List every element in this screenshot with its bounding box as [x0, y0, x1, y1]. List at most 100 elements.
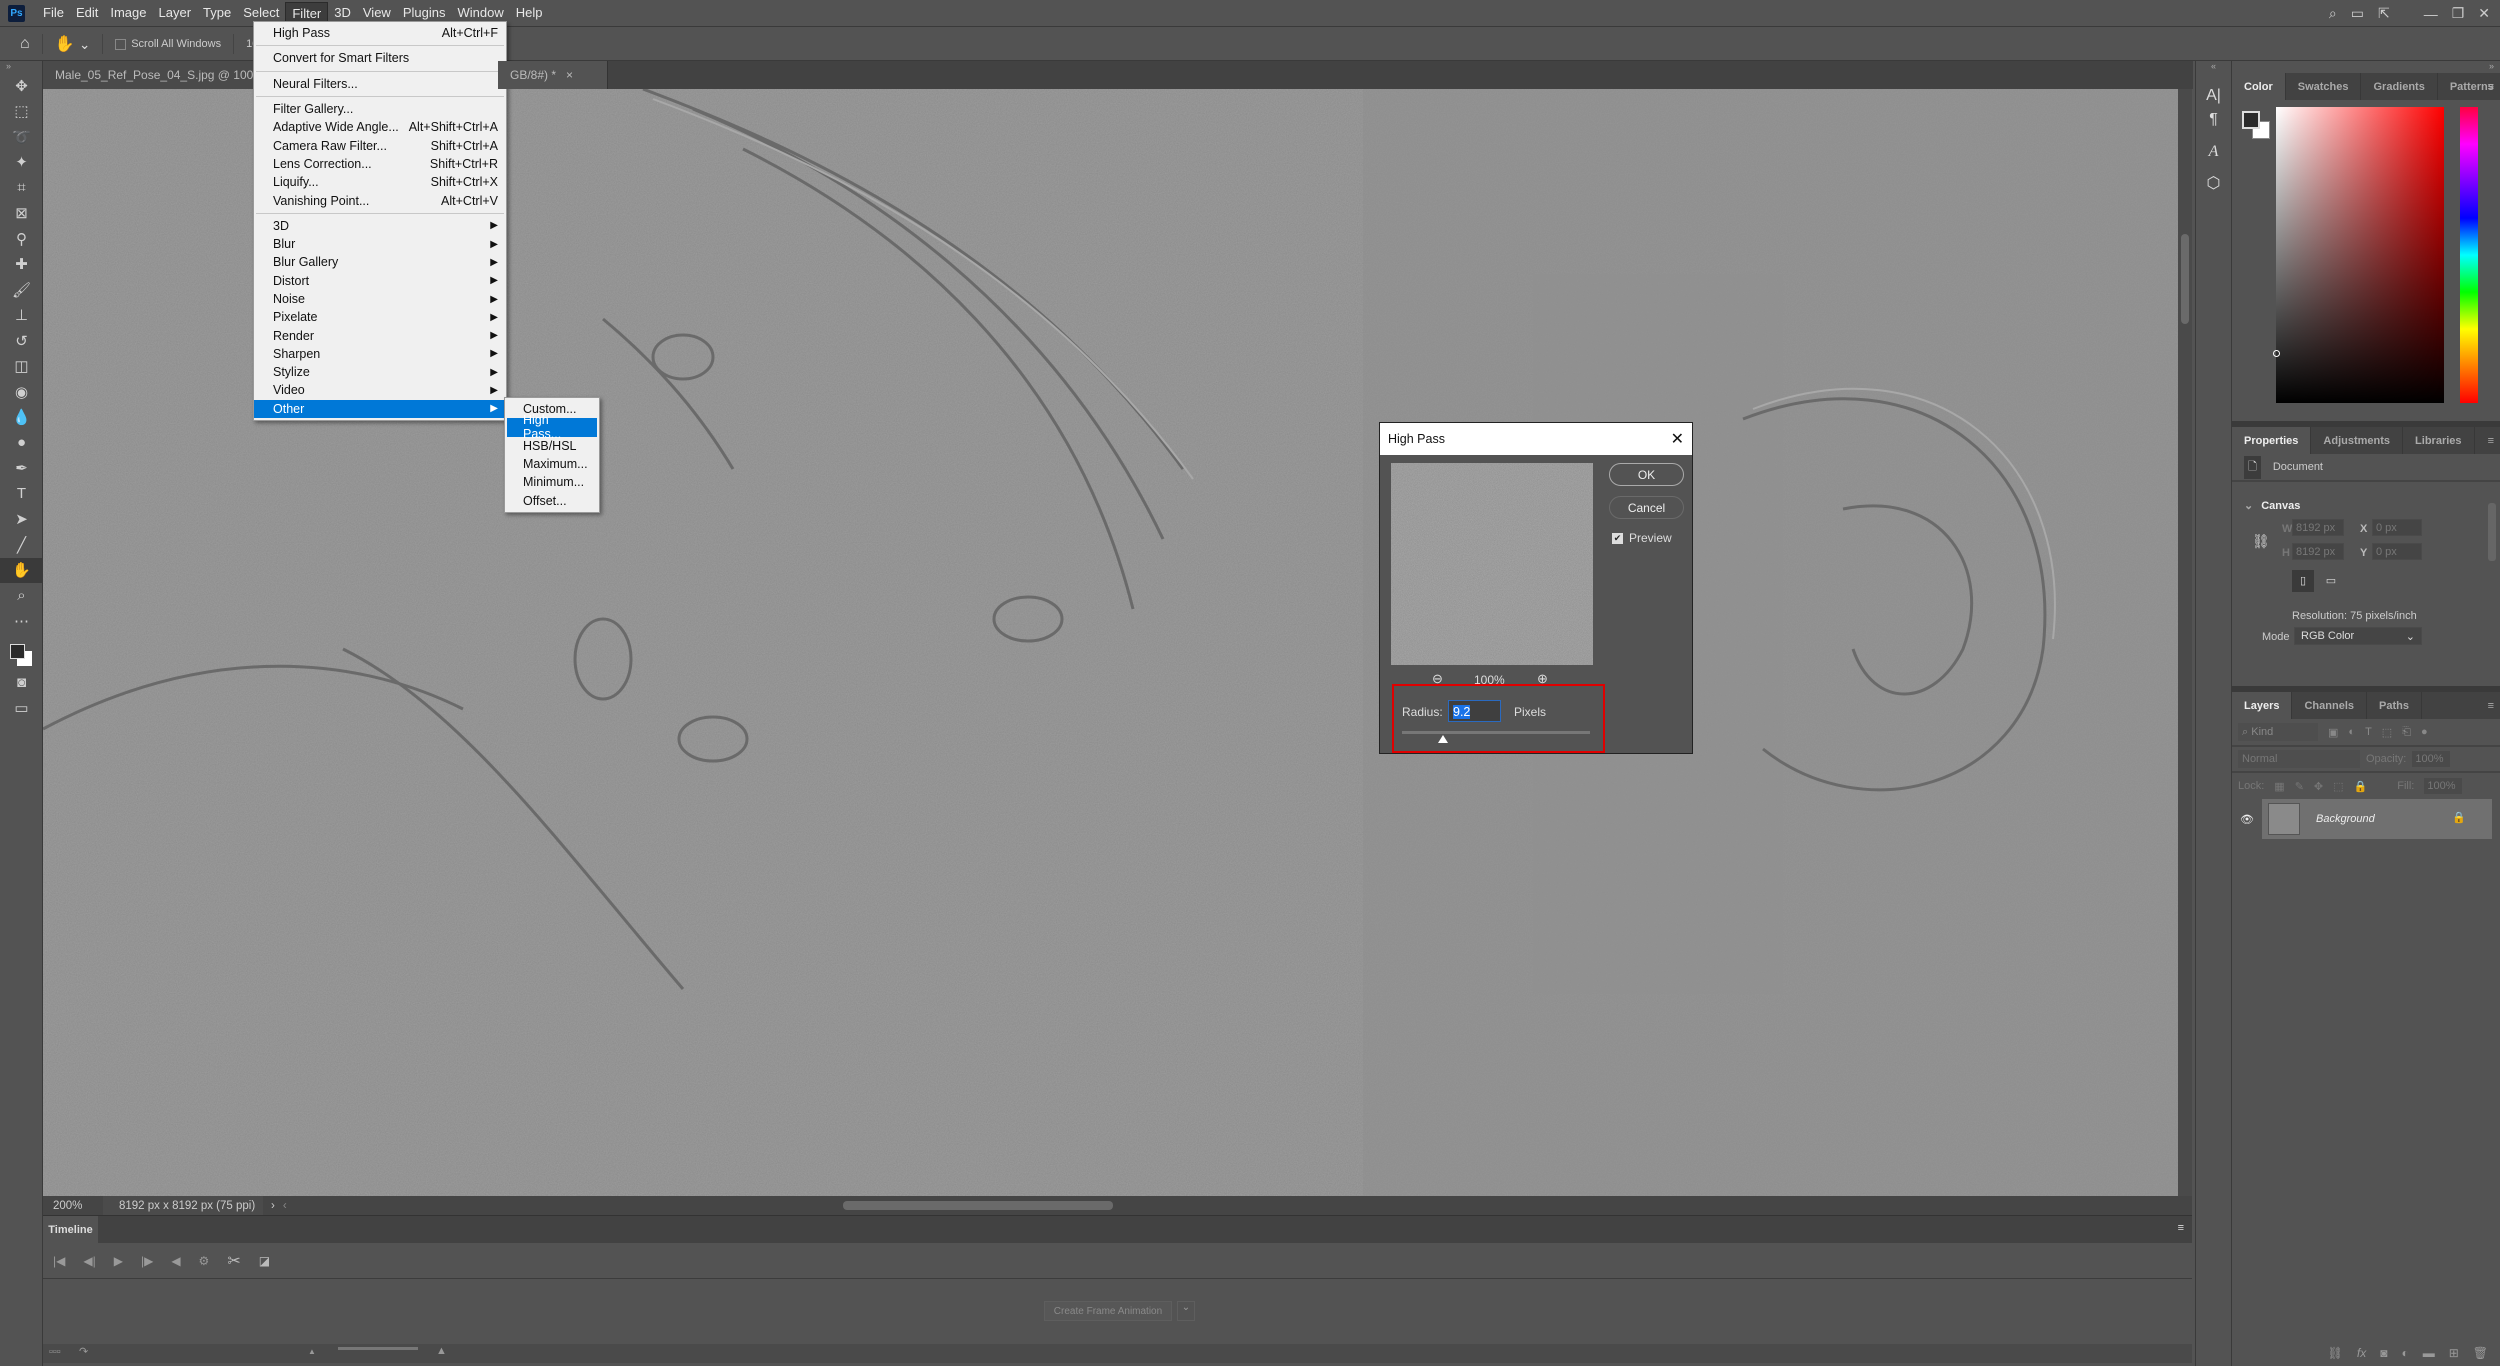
- quick-mask-icon[interactable]: ◙: [0, 670, 43, 696]
- menu-file[interactable]: File: [37, 2, 70, 25]
- create-frame-animation-button[interactable]: Create Frame Animation: [1044, 1301, 1172, 1321]
- hscroll-left-icon[interactable]: ‹: [283, 1200, 287, 1212]
- menu-item-convert-for-smart-filters[interactable]: Convert for Smart Filters: [254, 49, 506, 67]
- fill-field[interactable]: 100%: [2424, 778, 2463, 794]
- radius-slider[interactable]: [1402, 731, 1590, 743]
- menu-item-filter-gallery[interactable]: Filter Gallery...: [254, 100, 506, 118]
- crop-tool-icon[interactable]: ⌗: [0, 175, 43, 201]
- paint-bucket-tool-icon[interactable]: ◉: [0, 379, 43, 405]
- new-layer-icon[interactable]: ⊞: [2449, 1346, 2459, 1360]
- submenu-item-maximum[interactable]: Maximum...: [507, 455, 597, 473]
- link-layers-icon[interactable]: ⛓: [2328, 1346, 2343, 1360]
- tab-channels[interactable]: Channels: [2292, 692, 2367, 719]
- cancel-button[interactable]: Cancel: [1609, 496, 1684, 519]
- line-tool-icon[interactable]: ╱: [0, 532, 43, 558]
- collapse-panels-icon[interactable]: »: [2232, 61, 2500, 73]
- menu-item-liquify[interactable]: Liquify... Shift+Ctrl+X: [254, 173, 506, 191]
- previous-frame-icon[interactable]: ◀|: [83, 1254, 95, 1268]
- next-frame-icon[interactable]: |▶: [141, 1254, 153, 1268]
- scroll-all-windows-checkbox[interactable]: Scroll All Windows: [115, 38, 221, 50]
- menu-item-camera-raw-filter[interactable]: Camera Raw Filter... Shift+Ctrl+A: [254, 136, 506, 154]
- panel-menu-icon[interactable]: ≡: [2488, 81, 2494, 93]
- zoom-out-mountain-icon[interactable]: ▲: [308, 1347, 316, 1356]
- move-tool-icon[interactable]: ✥: [0, 73, 43, 99]
- chevron-down-icon[interactable]: ⌄: [2244, 500, 2253, 512]
- marquee-tool-icon[interactable]: ⬚: [0, 99, 43, 125]
- tab-layers[interactable]: Layers: [2232, 692, 2293, 719]
- color-swatches[interactable]: [0, 640, 42, 670]
- healing-brush-tool-icon[interactable]: ✚: [0, 252, 43, 278]
- settings-gear-icon[interactable]: ⚙: [199, 1254, 210, 1268]
- tab-adjustments[interactable]: Adjustments: [2311, 427, 2404, 454]
- y-field[interactable]: [2372, 543, 2422, 560]
- document-tab-active[interactable]: GB/8#) * ×: [498, 61, 608, 89]
- filter-smart-object-icon[interactable]: ⎗: [2402, 726, 2411, 739]
- collapse-icon[interactable]: »: [0, 61, 42, 73]
- tab-libraries[interactable]: Libraries: [2403, 427, 2475, 454]
- landscape-orientation-icon[interactable]: ▭: [2320, 570, 2342, 592]
- panel-menu-icon[interactable]: ≡: [2488, 435, 2494, 447]
- convert-arrow-icon[interactable]: ↷: [79, 1345, 88, 1358]
- tab-gradients[interactable]: Gradients: [2361, 73, 2438, 100]
- zoom-slider[interactable]: [338, 1347, 418, 1350]
- filter-type-icon[interactable]: T: [2365, 726, 2372, 738]
- first-frame-icon[interactable]: |◀: [53, 1254, 65, 1268]
- properties-scrollbar[interactable]: [2488, 491, 2498, 676]
- frame-tool-icon[interactable]: ⊠: [0, 201, 43, 227]
- section-canvas[interactable]: Canvas: [2261, 500, 2300, 512]
- horizontal-scrollbar[interactable]: [843, 1201, 1113, 1210]
- expand-icon[interactable]: «: [2196, 61, 2231, 71]
- filter-kind-select[interactable]: ⌕ Kind: [2238, 723, 2318, 741]
- menu-item-stylize[interactable]: Stylize ▶: [254, 363, 506, 381]
- zoom-in-mountain-icon[interactable]: ▲: [436, 1345, 447, 1357]
- eye-icon[interactable]: 👁: [2232, 813, 2262, 826]
- menu-item-other[interactable]: Other ▶: [254, 399, 506, 418]
- foreground-color-swatch[interactable]: [2242, 111, 2260, 129]
- maximize-icon[interactable]: ❐: [2452, 5, 2465, 22]
- tab-paths[interactable]: Paths: [2367, 692, 2422, 719]
- lasso-tool-icon[interactable]: ➰: [0, 124, 43, 150]
- link-icon[interactable]: ⛓: [2252, 533, 2270, 550]
- close-tab-icon[interactable]: ×: [566, 68, 573, 82]
- paragraph-icon[interactable]: ¶: [2196, 111, 2231, 129]
- menu-edit[interactable]: Edit: [70, 2, 104, 25]
- play-icon[interactable]: ▶: [114, 1254, 123, 1268]
- workspace-icon[interactable]: ▭: [2351, 5, 2364, 22]
- portrait-orientation-icon[interactable]: ▯: [2292, 570, 2314, 592]
- clone-stamp-tool-icon[interactable]: ⊥: [0, 303, 43, 329]
- lock-pixels-brush-icon[interactable]: ✎: [2295, 780, 2304, 793]
- frames-icon[interactable]: ▫▫▫: [49, 1346, 61, 1358]
- share-icon[interactable]: ⇱: [2378, 5, 2390, 22]
- menu-item-render[interactable]: Render ▶: [254, 326, 506, 344]
- layer-row-background[interactable]: 👁 Background 🔒: [2232, 799, 2500, 839]
- ok-button[interactable]: OK: [1609, 463, 1684, 486]
- adjustment-layer-icon[interactable]: ◐: [2401, 1346, 2408, 1360]
- 3d-cube-icon[interactable]: ⬡: [2196, 173, 2231, 193]
- home-icon[interactable]: ⌂: [20, 35, 30, 53]
- hand-tool-icon[interactable]: ✋ ⌄: [55, 34, 91, 54]
- menu-item-noise[interactable]: Noise ▶: [254, 290, 506, 308]
- magic-wand-tool-icon[interactable]: ✦: [0, 150, 43, 176]
- menu-item-high-pass[interactable]: High Pass Alt+Ctrl+F: [254, 24, 506, 42]
- filter-shape-icon[interactable]: ⬚: [2382, 726, 2392, 739]
- filter-preview[interactable]: [1391, 463, 1593, 665]
- radius-input[interactable]: 9.2: [1448, 700, 1501, 722]
- filter-toggle-icon[interactable]: ●: [2421, 726, 2428, 738]
- menu-layer[interactable]: Layer: [153, 2, 198, 25]
- menu-item-adaptive-wide-angle[interactable]: Adaptive Wide Angle... Alt+Shift+Ctrl+A: [254, 118, 506, 136]
- submenu-item-high-pass[interactable]: High Pass...: [507, 413, 597, 441]
- close-icon[interactable]: ✕: [1671, 429, 1684, 449]
- menu-item-distort[interactable]: Distort ▶: [254, 272, 506, 290]
- close-icon[interactable]: ✕: [2478, 5, 2490, 22]
- menu-item-video[interactable]: Video ▶: [254, 381, 506, 399]
- panel-menu-icon[interactable]: ≡: [2488, 700, 2494, 712]
- lock-transparent-icon[interactable]: ▦: [2274, 780, 2284, 793]
- brush-tool-icon[interactable]: 🖌: [0, 277, 43, 303]
- path-selection-tool-icon[interactable]: ➤: [0, 507, 43, 533]
- panel-menu-icon[interactable]: ≡: [2178, 1222, 2184, 1234]
- submenu-item-offset[interactable]: Offset...: [507, 491, 597, 509]
- preview-checkbox[interactable]: ✔ Preview: [1612, 531, 1672, 545]
- tab-properties[interactable]: Properties: [2232, 427, 2312, 454]
- new-group-icon[interactable]: ▬: [2423, 1346, 2435, 1360]
- vertical-scrollbar[interactable]: [2178, 89, 2192, 1196]
